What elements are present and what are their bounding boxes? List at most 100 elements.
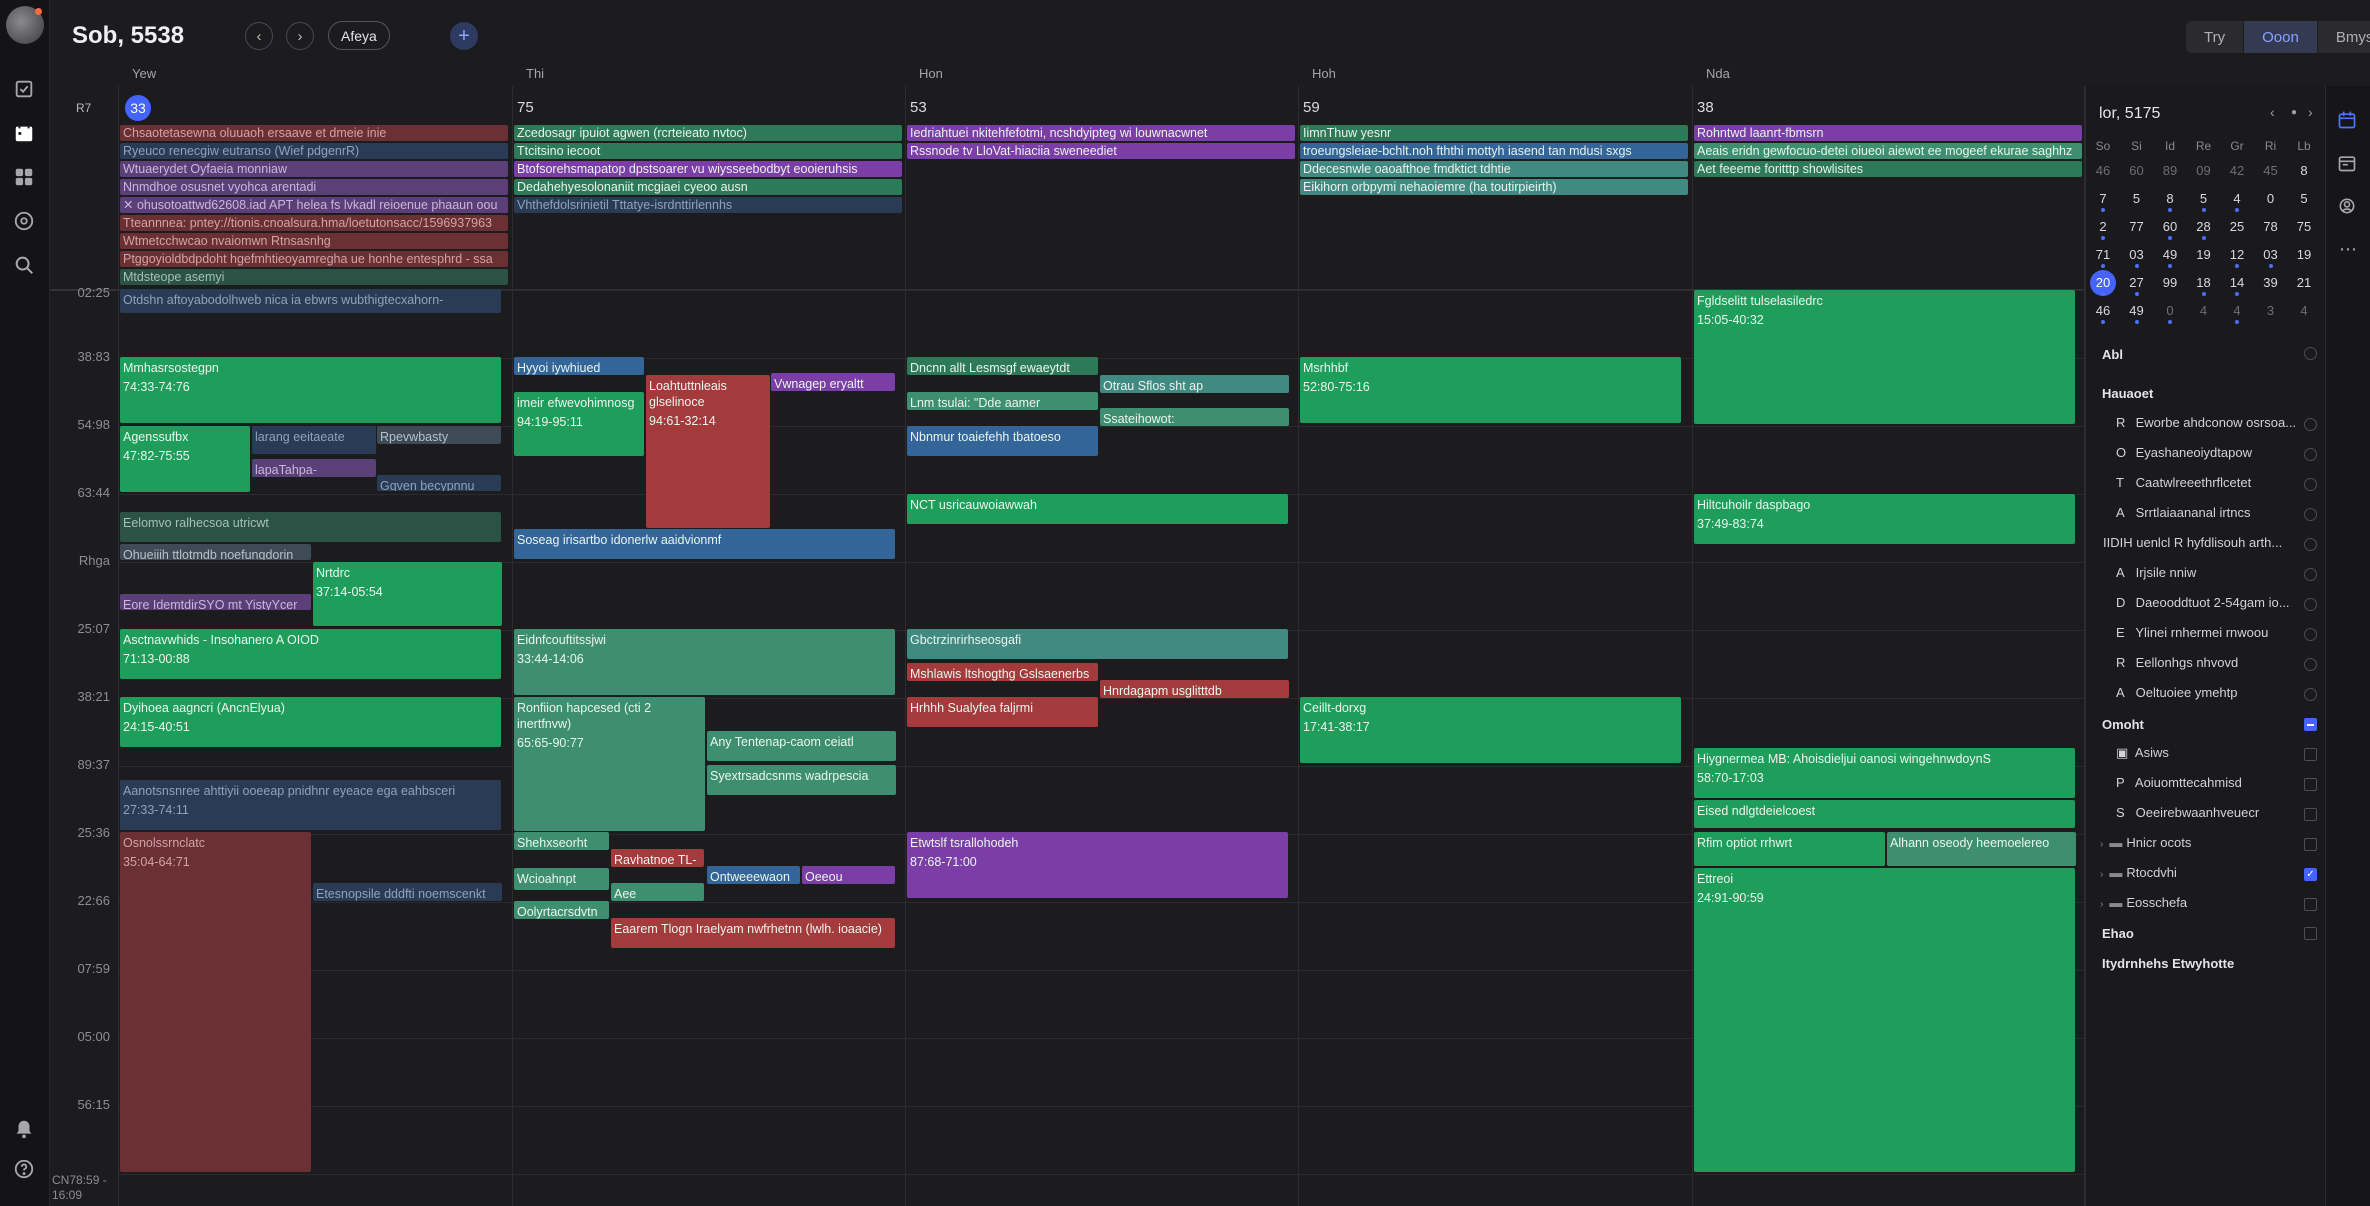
all-day-event[interactable]: Dedahehyesolonaniit mcgiaei cyeoo ausn bbox=[514, 179, 902, 195]
calendar-icon[interactable] bbox=[13, 122, 37, 146]
calendar-event[interactable]: Fgldselitt tulselasiledrc 15:05-40:32 bbox=[1694, 290, 2075, 424]
chevron-left-icon[interactable]: ‹ bbox=[2270, 104, 2275, 120]
calendar-icon[interactable] bbox=[2337, 110, 2359, 132]
all-day-event[interactable]: IimnThuw yesnr bbox=[1300, 125, 1688, 141]
section-heading[interactable]: Hauaoet bbox=[2102, 386, 2153, 401]
target-icon[interactable] bbox=[13, 210, 37, 234]
calendar-event[interactable]: Oeeou bbox=[802, 866, 895, 884]
calendar-event[interactable]: NCT usricauwoiawwah bbox=[907, 494, 1288, 524]
prev-week-button[interactable]: ‹ bbox=[245, 22, 273, 50]
mini-calendar-day[interactable]: 45 bbox=[2256, 163, 2286, 178]
calendar-event[interactable]: Alhann oseody heemoelereo bbox=[1887, 832, 2076, 866]
calendar-event[interactable]: Agenssufbx 47:82-75:55 bbox=[120, 426, 250, 492]
mini-calendar-day[interactable]: 12 bbox=[2222, 247, 2252, 262]
mini-calendar-day[interactable]: 89 bbox=[2155, 163, 2185, 178]
calendar-event[interactable]: Hrhhh Sualyfea faljrmi bbox=[907, 697, 1098, 727]
mini-calendar-day[interactable]: 77 bbox=[2122, 219, 2152, 234]
chevron-right-icon[interactable]: › bbox=[2100, 839, 2103, 850]
calendar-list-item[interactable]: R Eellonhgs nhvovd bbox=[2116, 655, 2316, 675]
mini-calendar-day[interactable]: 4 bbox=[2189, 303, 2219, 318]
calendar-event[interactable]: Nrtdrc 37:14-05:54 bbox=[313, 562, 502, 626]
mini-calendar-day[interactable]: 28 bbox=[2189, 219, 2219, 234]
mini-calendar-day[interactable]: 09 bbox=[2189, 163, 2219, 178]
calendar-event[interactable]: Any Tentenap-caom ceiatl bbox=[707, 731, 896, 761]
calendar-event[interactable]: Dyihoea aagncri (AncnElyua) 24:15-40:51 bbox=[120, 697, 501, 747]
section-heading[interactable]: Itydrnhehs Etwyhotte bbox=[2102, 956, 2234, 971]
calendar-event[interactable]: Dncnn allt Lesmsgf ewaeytdt bbox=[907, 357, 1098, 375]
calendar-list-item[interactable]: D Daeooddtuot 2-54gam io... bbox=[2116, 595, 2316, 615]
view-option[interactable]: Try bbox=[2186, 21, 2245, 53]
avatar[interactable] bbox=[6, 6, 44, 44]
calendar-event[interactable]: Ohueiiih ttlotmdb noefungdorin bbox=[120, 544, 311, 560]
calendar-event[interactable]: Hyyoi iywhiued bbox=[514, 357, 644, 375]
day-number[interactable]: 33 bbox=[125, 95, 151, 121]
today-button[interactable]: Afeya bbox=[328, 21, 390, 50]
calendar-event[interactable]: Ronfiion hapcesed (cti 2 inertfnvw) 65:65… bbox=[514, 697, 705, 831]
calendar-event[interactable]: Osnolssrnclatc 35:04-64:71 bbox=[120, 832, 311, 1172]
contacts-icon[interactable] bbox=[2337, 196, 2359, 218]
mini-calendar-day[interactable]: 27 bbox=[2122, 275, 2152, 290]
all-day-event[interactable]: Aeais eridn gewfocuo-detei oiueoi aiewot… bbox=[1694, 143, 2082, 159]
calendar-list-item[interactable]: O Eyashaneoiydtapow bbox=[2116, 445, 2316, 465]
calendar-event[interactable]: Rfim optiot rrhwrt bbox=[1694, 832, 1885, 866]
calendar-event[interactable]: Lnm tsulai: "Dde aamer bbox=[907, 392, 1098, 410]
calendar-list-item[interactable]: P Aoiuomttecahmisd bbox=[2116, 775, 2316, 795]
all-day-event[interactable]: Wtuaerydet Oyfaeia monniaw bbox=[120, 161, 508, 177]
calendar-event[interactable]: Eised ndlgtdeielcoest bbox=[1694, 800, 2075, 828]
calendar-event[interactable]: Etesnopsile dddfti noemscenkt bbox=[313, 883, 502, 901]
all-day-event[interactable]: Ddecesnwle oaoafthoe fmdktict tdhtie bbox=[1300, 161, 1688, 177]
grid-icon[interactable] bbox=[13, 166, 37, 190]
calendar-event[interactable]: Mshlawis ltshogthg Gslsaenerbs bbox=[907, 663, 1098, 681]
calendar-list-item[interactable]: T Caatwlreeethrflcetet bbox=[2116, 475, 2316, 495]
all-day-event[interactable]: Ttcitsino iecoot bbox=[514, 143, 902, 159]
day-number[interactable]: 38 bbox=[1697, 99, 1714, 116]
item-checkbox[interactable] bbox=[2304, 778, 2317, 791]
mini-calendar-day[interactable]: 60 bbox=[2122, 163, 2152, 178]
day-number[interactable]: 53 bbox=[910, 99, 927, 116]
calendar-event[interactable]: Hiygnermea MB: Ahoisdieljui oanosi winge… bbox=[1694, 748, 2075, 798]
calendar-event[interactable]: imeir efwevohimnosg 94:19-95:11 bbox=[514, 392, 644, 456]
calendar-list-item[interactable]: S Oeeirebwaanhveuecr bbox=[2116, 805, 2316, 825]
all-day-event[interactable]: Ryeuco renecgiw eutranso (Wief pdgenrR) bbox=[120, 143, 508, 159]
calendar-event[interactable]: Ssateihowot: bbox=[1100, 408, 1289, 426]
calendar-event[interactable]: Shehxseorht bbox=[514, 832, 609, 850]
calendar-event[interactable]: lapaTahpa- bbox=[252, 459, 376, 477]
all-day-event[interactable]: Aet feeeme foritttp showlisites bbox=[1694, 161, 2082, 177]
item-checkbox[interactable] bbox=[2304, 808, 2317, 821]
section-checkbox[interactable] bbox=[2304, 718, 2317, 731]
calendar-event[interactable]: larang eeitaeate bbox=[252, 426, 376, 454]
mini-calendar-day[interactable]: 0 bbox=[2155, 303, 2185, 318]
day-number[interactable]: 75 bbox=[517, 99, 534, 116]
calendar-event[interactable]: Oolyrtacrsdvtn bbox=[514, 901, 609, 919]
calendar-event[interactable]: Otdshn aftoyabodolhweb nica ia ebwrs wub… bbox=[120, 289, 501, 313]
all-day-event[interactable]: Wtmetcchwcao nvaiomwn Rtnsasnhg bbox=[120, 233, 508, 249]
item-radio[interactable] bbox=[2304, 688, 2317, 701]
mini-calendar-day[interactable]: 2 bbox=[2088, 219, 2118, 234]
calendar-list-item[interactable]: IIDIH uenlcl R hyfdlisouh arth... bbox=[2103, 535, 2303, 555]
calendar-event[interactable]: Msrhhbf 52:80-75:16 bbox=[1300, 357, 1681, 423]
mini-calendar-day[interactable]: 5 bbox=[2122, 191, 2152, 206]
all-day-event[interactable]: Chsaotetasewna oluuaoh ersaave et dmeie … bbox=[120, 125, 508, 141]
mini-calendar-day[interactable]: 39 bbox=[2256, 275, 2286, 290]
help-icon[interactable] bbox=[13, 1158, 37, 1182]
all-day-event[interactable]: troeungsleiae-bchlt.noh fththi mottyh ia… bbox=[1300, 143, 1688, 159]
calendar-event[interactable]: Aee bbox=[611, 883, 704, 901]
folder-checkbox[interactable] bbox=[2304, 898, 2317, 911]
calendar-event[interactable]: Loahtuttnleais glselinoce 94:61-32:14 bbox=[646, 375, 770, 528]
all-day-event[interactable]: Zcedosagr ipuiot agwen (rcrteieato nvtoc… bbox=[514, 125, 902, 141]
calendar-event[interactable]: Eidnfcouftitssjwi 33:44-14:06 bbox=[514, 629, 895, 695]
calendar-event[interactable]: Otrau Sflos sht ap bbox=[1100, 375, 1289, 393]
calendar-event[interactable]: Nbnmur toaiefehh tbatoeso bbox=[907, 426, 1098, 456]
view-option[interactable]: Bmyse bbox=[2318, 21, 2370, 53]
mini-calendar-day[interactable]: 49 bbox=[2122, 303, 2152, 318]
folder-item[interactable]: › ▬ Hnicr ocots bbox=[2100, 835, 2300, 855]
mini-calendar-day[interactable]: 46 bbox=[2088, 303, 2118, 318]
chevron-right-icon[interactable]: › bbox=[2308, 104, 2313, 120]
mini-calendar-day[interactable]: 3 bbox=[2256, 303, 2286, 318]
calendar-event[interactable]: Gbctrzinrirhseosgafi bbox=[907, 629, 1288, 659]
mini-calendar-day[interactable]: 8 bbox=[2289, 163, 2319, 178]
item-radio[interactable] bbox=[2304, 508, 2317, 521]
all-day-event[interactable]: Eikihorn orbpymi nehaoiemre (ha toutirpi… bbox=[1300, 179, 1688, 195]
calendar-list-item[interactable]: E Ylinei rnhermei rnwoou bbox=[2116, 625, 2316, 645]
mini-calendar-day[interactable]: 19 bbox=[2289, 247, 2319, 262]
